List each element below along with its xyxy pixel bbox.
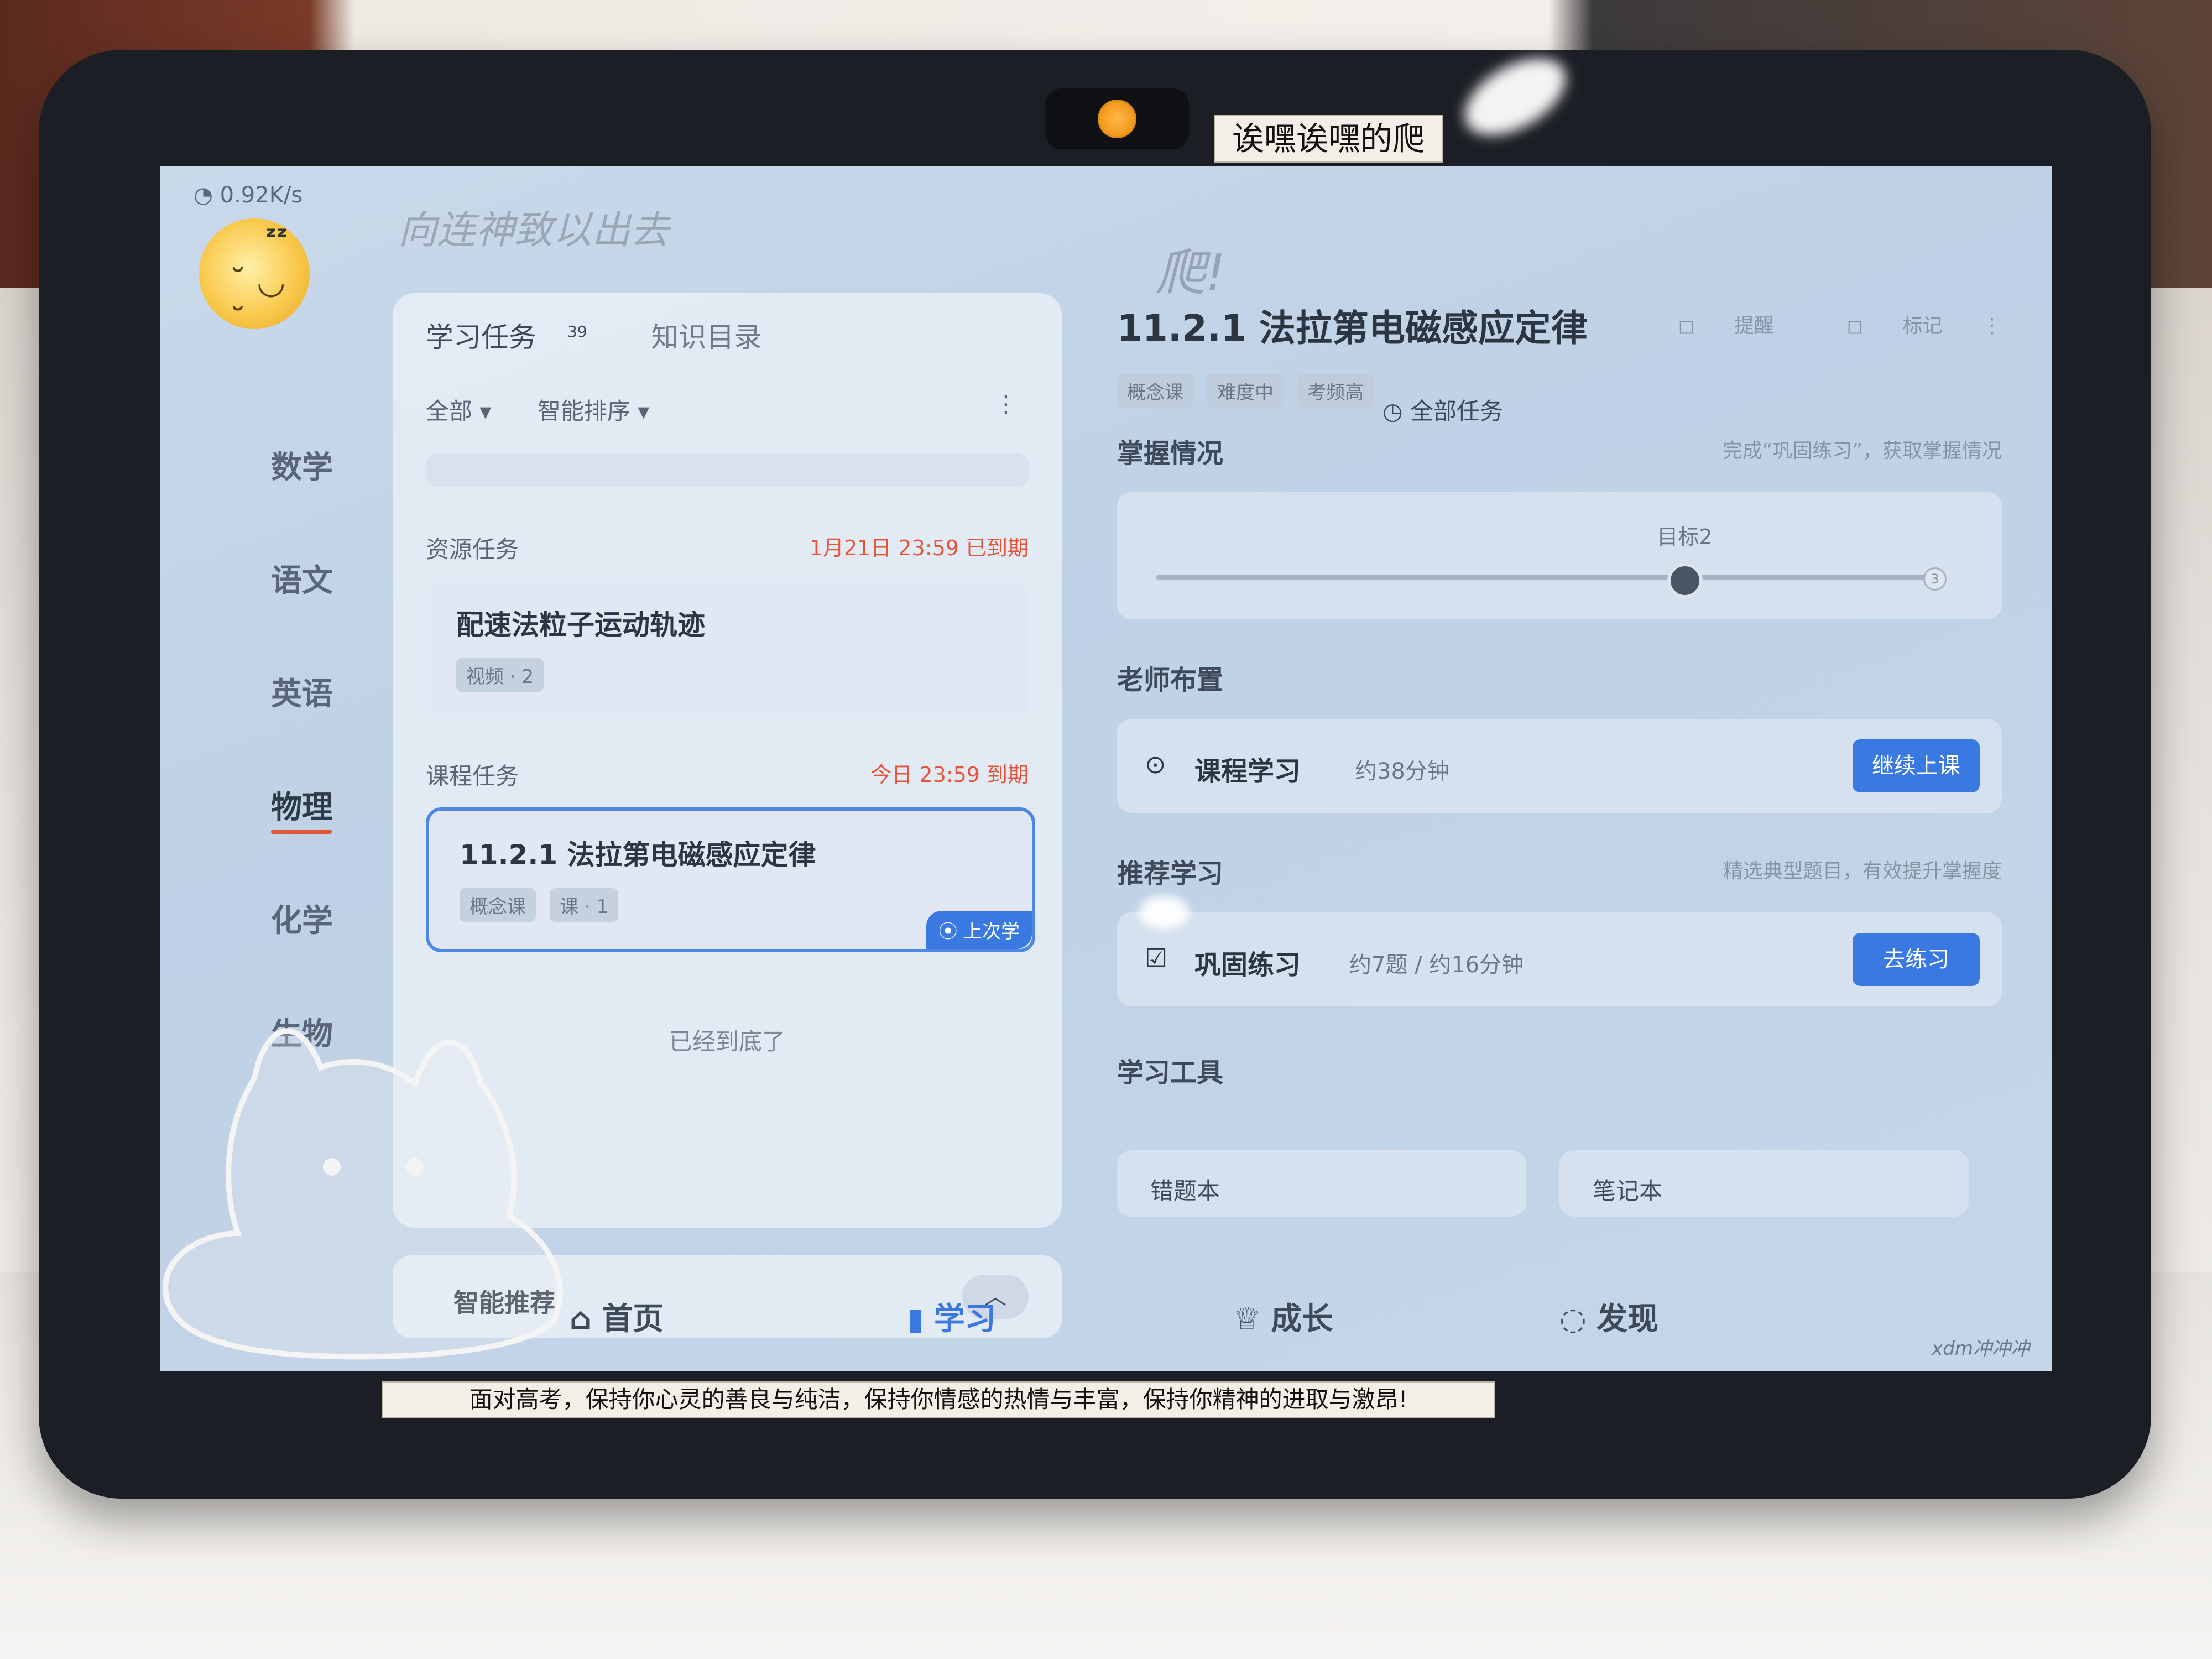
sidebar-item-math[interactable]: 数学 [271,442,348,556]
sidebar-item-physics[interactable]: 物理 [271,782,348,896]
lesson-tag: 概念课 [1117,374,1193,408]
sidebar-item-chinese[interactable]: 语文 [271,556,348,669]
target-label: 目标2 [1657,525,1713,549]
bottom-sticker: 面对高考，保持你心灵的善良与纯洁，保持你情感的热情与丰富，保持你精神的进取与激昂… [382,1381,1495,1418]
lesson-tag: 难度中 [1207,374,1284,408]
book-icon: ▮ [907,1301,924,1337]
compass-icon: ◌ [1559,1301,1587,1337]
top-sticker: 诶嘿诶嘿的爬 [1214,115,1443,163]
mastery-slider: 目标2 3 [1156,525,1947,598]
recommend-header: 推荐学习 精选典型题目，有效提升掌握度 [1117,852,2002,890]
notebook-card[interactable]: 笔记本 [1559,1150,1969,1217]
avatar[interactable]: ᶻᶻ ˘ ◡ ˘ [199,218,310,340]
trophy-icon: ♕ [1233,1301,1261,1337]
detail-pane: 11.2.1 法拉第电磁感应定律 ◻ 提醒 ◻ 标记 ⋮ 概念课 难度中 考频高… [1117,299,2002,1217]
checklist-icon: ☑ [1145,943,1168,973]
practice-label: 巩固练习 [1194,950,1301,980]
bell-icon: ◻ [1678,315,1695,337]
detail-toolbar: ◻ 提醒 ◻ 标记 ⋮ [1611,310,2002,338]
mastery-card: 目标2 3 [1117,492,2002,619]
active-underline [271,830,332,834]
teacher-assigned-card[interactable]: ⊙ 课程学习 约38分钟 继续上课 [1117,719,2002,813]
nav-discover[interactable]: ◌ 发现 [1559,1294,1658,1339]
tools-header: 学习工具 [1117,1057,1224,1088]
handwritten-scribble-left: 向连神致以出去 [398,207,669,253]
course-task-card[interactable]: 11.2.1 法拉第电磁感应定律 概念课 课 · 1 ⦿ 上次学 [426,807,1035,952]
resource-due-text: 1月21日 23:59 已到期 [809,536,1029,560]
course-section-header: 课程任务 今日 23:59 到期 [426,758,1029,791]
sleepy-face-icon: ˘ ◡ ˘ [229,263,286,340]
chevron-down-icon: ▾ [638,398,650,425]
more-icon[interactable]: ⋮ [994,390,1018,418]
sort-dropdown[interactable]: 智能排序 ▾ [538,398,649,425]
max-level-dot: 3 [1923,567,1947,591]
mistake-book-card[interactable]: 错题本 [1117,1150,1526,1217]
sidebar-item-chemistry[interactable]: 化学 [271,896,348,1009]
last-studied-badge: ⦿ 上次学 [926,911,1032,949]
play-circle-icon: ⊙ [1145,749,1166,779]
pin-icon: ⦿ [938,921,958,943]
sidebar-item-english[interactable]: 英语 [271,669,348,782]
nav-study[interactable]: ▮ 学习 [907,1294,996,1339]
status-bar: ◔ 0.92K/s [194,182,302,208]
recommend-card[interactable]: ☑ 巩固练习 约7题 / 约16分钟 去练习 [1117,912,2002,1006]
handwritten-watermark: xdm冲冲冲 [1932,1338,2030,1360]
tab-knowledge-catalog[interactable]: 知识目录 [651,321,762,353]
net-speed: 0.92K/s [220,182,303,208]
nav-growth[interactable]: ♕ 成长 [1233,1294,1333,1339]
cat-outline [163,1028,563,1360]
lesson-tag: 考频高 [1297,374,1374,408]
filter-bar: 全部 ▾ 智能排序 ▾ ◷ 全部任务 ⋮ [426,390,1503,426]
resource-task-title: 配速法粒子运动轨迹 [456,609,705,641]
wifi-icon: ◔ [194,182,213,208]
resource-section-header: 资源任务 1月21日 23:59 已到期 [426,531,1029,565]
teacher-assigned-header: 老师布置 [1117,665,1224,696]
chevron-down-icon: ▾ [479,398,492,425]
cat-eye [406,1158,424,1176]
cat-doodle-sticker [163,1028,563,1360]
cat-eye [323,1158,341,1176]
concept-tag: 概念课 [460,888,536,922]
continue-class-button[interactable]: 继续上课 [1853,739,1980,792]
mastery-hint: 完成“巩固练习”，获取掌握情况 [1722,440,2002,462]
course-task-title: 11.2.1 法拉第电磁感应定律 [460,839,816,871]
video-count-tag: 视频 · 2 [456,658,544,692]
mastery-header: 掌握情况 完成“巩固练习”，获取掌握情况 [1117,431,2002,470]
tab-learning-tasks[interactable]: 学习任务 39 [426,321,615,353]
mastery-knob [1667,563,1703,598]
recommend-hint: 精选典型题目，有效提升掌握度 [1723,860,2002,883]
remind-button[interactable]: ◻ 提醒 [1645,315,1773,337]
filter-all-dropdown[interactable]: 全部 ▾ [426,398,491,425]
course-due-text: 今日 23:59 到期 [870,763,1029,787]
go-practice-button[interactable]: 去练习 [1853,933,1980,986]
course-study-label: 课程学习 [1194,756,1301,787]
resource-task-card[interactable]: 配速法粒子运动轨迹 视频 · 2 [426,581,1029,719]
lesson-count-tag: 课 · 1 [550,888,619,922]
course-duration: 约38分钟 [1355,759,1449,784]
camera-sticker [1098,100,1136,138]
more-icon[interactable]: ⋮ [1982,315,2002,337]
collapsed-card [426,453,1029,487]
sleep-zz-icon: ᶻᶻ [265,221,288,252]
lesson-tags: 概念课 难度中 考频高 [1117,374,2002,408]
task-tabs: 学习任务 39 知识目录 [426,315,790,355]
mark-button[interactable]: ◻ 标记 [1813,315,1942,337]
light-glare-small [1139,896,1189,929]
handwritten-scribble-mid: 爬! [1156,244,1226,302]
practice-meta: 约7题 / 约16分钟 [1349,952,1524,978]
bookmark-icon: ◻ [1846,315,1864,337]
